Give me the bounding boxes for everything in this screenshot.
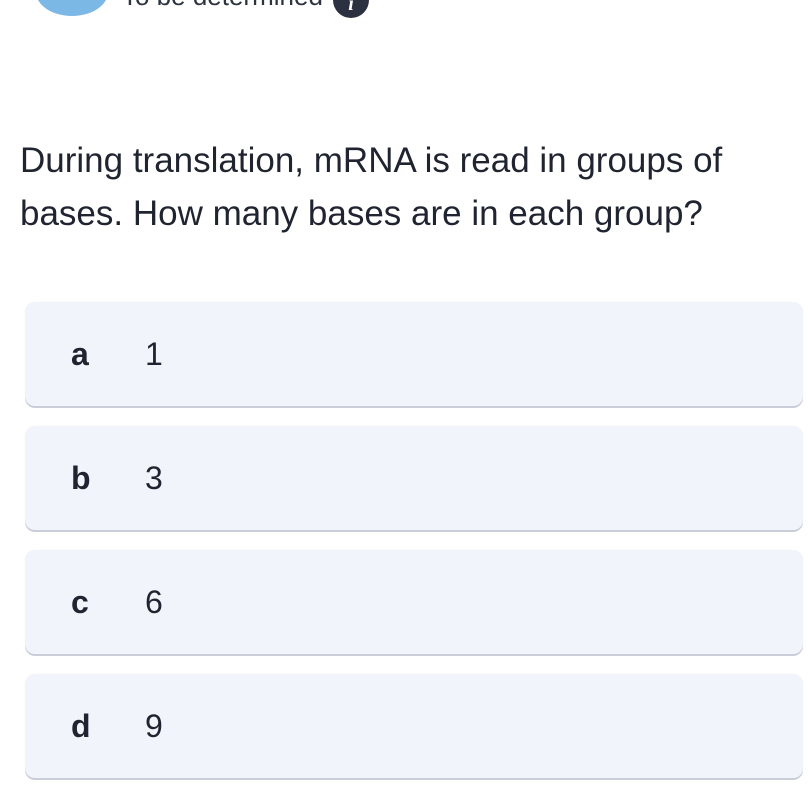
option-value: 3 (145, 460, 163, 496)
option-letter: a (71, 336, 89, 372)
status-indicator (36, 0, 108, 16)
option-b[interactable]: b 3 (25, 426, 803, 530)
status-header: To be determined i (0, 0, 808, 20)
option-letter: b (71, 460, 91, 496)
option-value: 9 (145, 708, 163, 744)
quiz-page: To be determined i During translation, m… (0, 0, 808, 802)
option-value: 6 (145, 584, 163, 620)
answer-options: a 1 b 3 c 6 d 9 (25, 302, 803, 798)
option-letter: d (71, 708, 91, 744)
option-letter: c (71, 584, 89, 620)
option-a[interactable]: a 1 (25, 302, 803, 406)
option-d[interactable]: d 9 (25, 674, 803, 778)
info-icon[interactable]: i (333, 0, 369, 18)
status-text: To be determined (122, 0, 323, 9)
question-text: During translation, mRNA is read in grou… (20, 141, 723, 233)
option-value: 1 (145, 336, 163, 372)
option-c[interactable]: c 6 (25, 550, 803, 654)
